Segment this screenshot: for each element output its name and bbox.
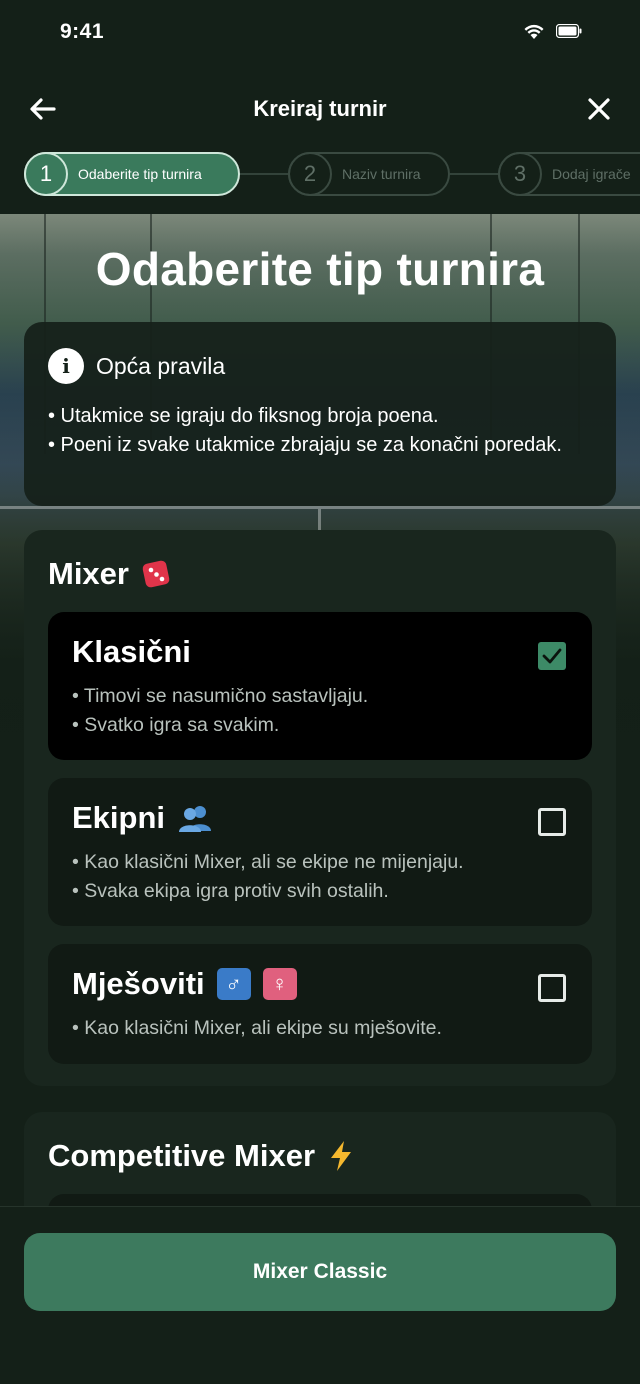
status-bar: 9:41 [0, 0, 640, 70]
step-connector [450, 173, 498, 175]
checkmark-icon [542, 648, 562, 664]
option-description: • Timovi se nasumično sastavljaju. • Sva… [72, 682, 568, 740]
competitive-title: Competitive Mixer [48, 1138, 316, 1173]
option-description: • Kao klasični Mixer, ali ekipe su mješo… [72, 1014, 568, 1043]
option-ekipni[interactable]: Ekipni • Kao klasični Mixer, ali se ekip… [48, 778, 592, 926]
status-icons [522, 22, 582, 40]
checkbox-klasicni[interactable] [538, 642, 566, 670]
step-label: Dodaj igrače [552, 166, 631, 182]
bottom-bar: Mixer Classic [0, 1206, 640, 1384]
option-title-row: Mješoviti ♂ ♀ [72, 966, 568, 1002]
female-sign-icon: ♀ [262, 968, 297, 1000]
option-line: • Kao klasični Mixer, ali se ekipe ne mi… [72, 851, 464, 873]
step-connector [240, 173, 288, 175]
option-title: Ekipni [72, 800, 166, 835]
rules-card: i Opća pravila • Utakmice se igraju do f… [24, 322, 616, 506]
people-icon [179, 806, 212, 832]
step-number: 1 [24, 152, 68, 196]
step-label: Naziv turnira [342, 166, 421, 182]
option-title-row: Ekipni [72, 800, 568, 836]
continue-button[interactable]: Mixer Classic [24, 1233, 616, 1311]
option-title: Klasični [72, 634, 191, 669]
option-mjesoviti[interactable]: Mješoviti ♂ ♀ • Kao klasični Mixer, ali … [48, 944, 592, 1064]
mixer-section: Mixer Klasični • Timovi se nasumično sas… [24, 530, 616, 1086]
option-title: Mješoviti [72, 966, 205, 1001]
checkbox-ekipni[interactable] [538, 808, 566, 836]
info-icon: i [48, 348, 84, 384]
option-line: • Kao klasični Mixer, ali ekipe su mješo… [72, 1017, 442, 1039]
option-description: • Kao klasični Mixer, ali se ekipe ne mi… [72, 848, 568, 906]
step-1[interactable]: 1 Odaberite tip turnira [24, 152, 240, 196]
step-number: 3 [498, 152, 542, 196]
rules-title: Opća pravila [96, 352, 226, 379]
section-title: Competitive Mixer [48, 1138, 355, 1174]
rules-header: i Opća pravila [48, 348, 592, 384]
page-title: Odaberite tip turnira [95, 243, 545, 295]
option-line: • Timovi se nasumično sastavljaju. [72, 685, 369, 707]
rules-list: • Utakmice se igraju do fiksnog broja po… [48, 402, 592, 460]
step-label: Odaberite tip turnira [78, 166, 202, 182]
checkbox-mjesoviti[interactable] [538, 974, 566, 1002]
status-time: 9:41 [60, 20, 105, 43]
close-icon [588, 98, 610, 120]
lightning-icon [331, 1141, 352, 1171]
rules-item: • Poeni iz svake utakmice zbrajaju se za… [48, 434, 562, 456]
battery-icon [556, 24, 582, 38]
option-line: • Svatko igra sa svakim. [72, 714, 280, 736]
option-line: • Svaka ekipa igra protiv svih ostalih. [72, 880, 389, 902]
step-2[interactable]: 2 Naziv turnira [288, 152, 450, 196]
dice-icon [142, 560, 170, 588]
step-number: 2 [288, 152, 332, 196]
mixer-title: Mixer [48, 556, 129, 591]
nav-title: Kreiraj turnir [253, 96, 387, 121]
rules-item: • Utakmice se igraju do fiksnog broja po… [48, 405, 439, 427]
close-button[interactable] [582, 92, 616, 126]
step-3[interactable]: 3 Dodaj igrače [498, 152, 640, 196]
male-sign-icon: ♂ [216, 968, 251, 1000]
wifi-icon [524, 24, 544, 39]
option-klasicni[interactable]: Klasični • Timovi se nasumično sastavlja… [48, 612, 592, 760]
stepper: 1 Odaberite tip turnira 2 Naziv turnira … [0, 148, 640, 200]
section-title: Mixer [48, 556, 171, 592]
nav-bar: Kreiraj turnir [0, 80, 640, 138]
